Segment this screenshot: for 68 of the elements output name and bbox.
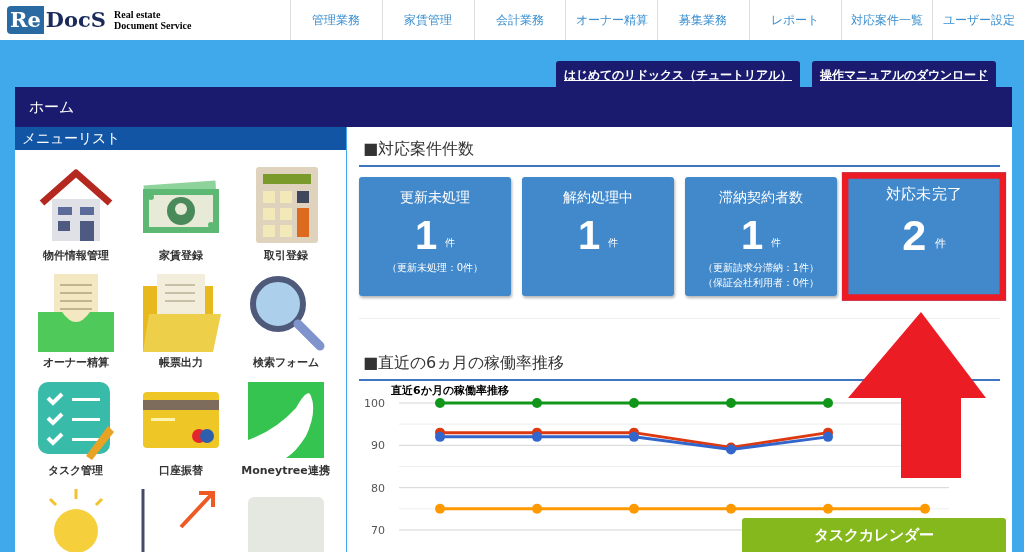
- chart-title: 直近6か月の稼働率推移: [391, 383, 509, 399]
- data-point: [823, 398, 833, 408]
- menu-item[interactable]: Moneytree連携: [233, 379, 338, 479]
- data-point: [823, 503, 833, 514]
- menu-item[interactable]: 物件情報管理: [23, 164, 128, 264]
- data-point: [435, 398, 445, 408]
- nav-link[interactable]: 会計業務: [473, 0, 566, 40]
- logo-tagline: Real estate: [114, 9, 162, 20]
- data-point: [920, 503, 930, 514]
- nav-link[interactable]: 管理業務: [290, 0, 382, 40]
- card-count: 2: [902, 210, 927, 261]
- card-unit: 件: [608, 236, 619, 250]
- menu-item[interactable]: 家賃登録: [128, 164, 233, 264]
- card-title: 滞納契約者数: [719, 188, 803, 207]
- count-card[interactable]: 更新未処理 1 件 （更新未処理：0件）: [359, 177, 511, 296]
- y-axis-label: 100: [364, 397, 385, 410]
- nav-link[interactable]: ユーザー設定: [932, 0, 1024, 40]
- card-count: 1: [414, 212, 438, 259]
- task-calendar-button[interactable]: タスクカレンダー: [742, 518, 1006, 552]
- card-count: 1: [740, 212, 764, 259]
- menu-item[interactable]: 帳票出力: [128, 272, 233, 372]
- data-point: [629, 431, 639, 442]
- y-axis-label: 90: [371, 439, 385, 453]
- nav-link[interactable]: レポート: [748, 0, 841, 40]
- logo-tagline: Document Service: [114, 20, 192, 31]
- card-title: 解約処理中: [563, 188, 633, 207]
- count-card[interactable]: 解約処理中 1 件: [522, 177, 674, 296]
- tab-link[interactable]: 操作マニュアルのダウンロード: [812, 61, 996, 87]
- card-count: 1: [577, 212, 601, 259]
- card-title: 対応未完了: [886, 184, 962, 205]
- card-note: （更新請求分滞納：1件）: [702, 261, 820, 275]
- count-card[interactable]: 対応未完了 2 件: [841, 172, 1007, 301]
- nav-link[interactable]: 対応案件一覧: [840, 0, 933, 40]
- page-title: ホーム: [29, 96, 74, 118]
- folder-icon: [140, 272, 221, 352]
- tab-link[interactable]: はじめてのリドックス（チュートリアル）: [556, 61, 800, 87]
- data-point: [726, 503, 736, 514]
- nav-link[interactable]: 家賃管理: [381, 0, 474, 40]
- section-title: ■対応案件件数: [359, 137, 1000, 167]
- data-point: [823, 431, 833, 442]
- card-note: （保証会社利用者：0件）: [702, 276, 820, 290]
- data-point: [532, 503, 542, 514]
- menu-item[interactable]: 検索フォーム: [233, 272, 338, 372]
- menu-title: メニューリスト: [22, 128, 120, 148]
- checklist-icon: [35, 379, 116, 460]
- inbox-tray-icon: [35, 272, 116, 352]
- card-unit: 件: [771, 236, 782, 250]
- y-axis-label: 70: [371, 524, 385, 537]
- card-title: 更新未処理: [400, 188, 470, 207]
- card-note: （更新未処理：0件）: [386, 261, 484, 275]
- data-point: [435, 431, 445, 442]
- menu-item[interactable]: オーナー精算: [23, 272, 128, 372]
- nav-link[interactable]: 募集業務: [657, 0, 749, 40]
- data-point: [726, 398, 736, 408]
- count-card[interactable]: 滞納契約者数 1 件 （更新請求分滞納：1件） （保証会社利用者：0件）: [685, 177, 837, 296]
- data-point: [629, 398, 639, 408]
- data-point: [435, 503, 445, 514]
- menu-item[interactable]: 取引登録: [233, 164, 338, 264]
- data-point: [629, 503, 639, 514]
- data-point: [532, 431, 542, 442]
- logo[interactable]: Re DocS: [7, 6, 106, 34]
- data-point: [532, 398, 542, 408]
- menu-item[interactable]: タスク管理: [23, 379, 128, 479]
- nav-link[interactable]: オーナー精算: [565, 0, 657, 40]
- menu-item[interactable]: 口座振替: [128, 379, 233, 479]
- y-axis-label: 80: [371, 481, 385, 495]
- card-unit: 件: [445, 236, 456, 250]
- card-unit: 件: [934, 236, 946, 251]
